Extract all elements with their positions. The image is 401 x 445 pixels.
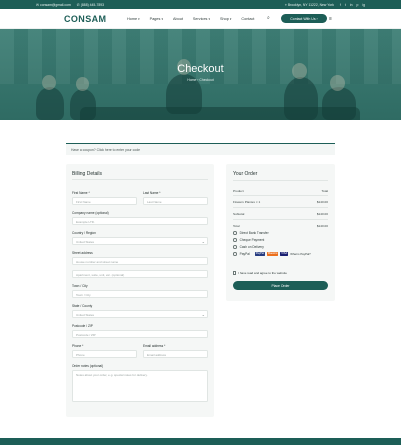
email-input[interactable]: Email address: [143, 350, 208, 358]
coupon-notice[interactable]: Have a coupon? Click here to enter your …: [66, 143, 335, 155]
order-title: Your Order: [233, 171, 258, 177]
first-name-label: First Name *: [72, 191, 90, 195]
order-header-row: Product Total: [233, 189, 328, 193]
chevron-down-icon: ▾: [229, 16, 232, 21]
contact-button[interactable]: Contact With Us ›: [281, 14, 327, 23]
order-item-row: Flowers Plantex × 1 $140.00: [233, 200, 328, 204]
top-bar: ✉consam@gmail.com ✆(888) 445-7893 ⌖Brook…: [0, 0, 401, 9]
terms-checkbox-row[interactable]: I have read and agree to the website: [233, 271, 287, 275]
divider: [233, 207, 328, 208]
visa-logo-icon: VISA: [280, 252, 289, 256]
radio-button[interactable]: [233, 231, 237, 235]
address-contact: ⌖Brooklyn, NY 11222, New York: [284, 2, 334, 7]
last-name-input[interactable]: Last Name: [143, 197, 208, 205]
order-subtotal-row: Subtotal $140.00: [233, 212, 328, 216]
email-contact[interactable]: ✉consam@gmail.com: [36, 3, 71, 7]
chevron-down-icon: ▾: [208, 16, 210, 21]
divider: [233, 180, 328, 181]
divider: [233, 195, 328, 196]
page-title: Checkout: [177, 63, 224, 75]
phone-contact[interactable]: ✆(888) 445-7893: [77, 3, 104, 7]
twitter-icon[interactable]: t: [345, 3, 346, 7]
breadcrumb: Home › Checkout: [0, 78, 401, 82]
nav-shop[interactable]: Shop▾: [220, 17, 231, 21]
company-label: Company name (optional): [72, 211, 109, 215]
hero-table: [80, 107, 360, 120]
billing-details-panel: Billing Details First Name * First Name …: [66, 164, 214, 417]
town-label: Town / City: [72, 284, 88, 288]
last-name-label: Last Name *: [143, 191, 161, 195]
phone-icon: ✆: [76, 2, 80, 7]
state-label: State / County: [72, 304, 93, 308]
paypal-logo-icon: PayPal: [254, 252, 265, 256]
footer-bar: [0, 438, 401, 445]
phone-label: Phone *: [72, 344, 84, 348]
radio-button[interactable]: [233, 245, 237, 249]
breadcrumb-current: Checkout: [199, 78, 214, 82]
town-input[interactable]: Town / City: [72, 290, 208, 298]
country-select[interactable]: United States: [72, 237, 208, 245]
chevron-down-icon: ▾: [161, 16, 163, 21]
location-icon: ⌖: [284, 2, 287, 7]
postcode-label: Postcode / ZIP: [72, 324, 93, 328]
payment-card-logos: PayPal Maestro VISA What is PayPal?: [254, 252, 311, 256]
nav-contact[interactable]: Contact: [241, 17, 254, 21]
divider: [233, 219, 328, 220]
order-total-row: Total $140.00: [233, 224, 328, 228]
email-label: Email address *: [143, 344, 166, 348]
what-is-paypal-link[interactable]: What is PayPal?: [290, 252, 311, 256]
payment-cash-on-delivery[interactable]: Cash on Delivery: [233, 245, 264, 249]
facebook-icon[interactable]: f: [340, 3, 341, 7]
payment-paypal[interactable]: PayPal PayPal Maestro VISA What is PayPa…: [233, 252, 311, 256]
company-input[interactable]: Example LTD.: [72, 217, 208, 225]
place-order-button[interactable]: Place Order: [233, 281, 328, 290]
street2-input[interactable]: Apartment, suite, unit, etc. (optional): [72, 270, 208, 278]
site-logo[interactable]: CONSAM: [64, 14, 106, 24]
phone-input[interactable]: Phone: [72, 350, 137, 358]
radio-button[interactable]: [233, 252, 237, 256]
instagram-icon[interactable]: ig: [362, 3, 365, 7]
order-notes-textarea[interactable]: Notes about your order, e.g. special not…: [72, 370, 208, 402]
billing-title: Billing Details: [72, 171, 103, 177]
postcode-input[interactable]: Postcode / ZIP: [72, 330, 208, 338]
menu-icon[interactable]: ≡: [329, 16, 334, 22]
main-nav: Home▾ Pages▾ About Services▾ Shop▾ Conta…: [127, 17, 254, 21]
breadcrumb-home[interactable]: Home: [187, 78, 196, 82]
nav-home[interactable]: Home▾: [127, 17, 140, 21]
site-header: CONSAM Home▾ Pages▾ About Services▾ Shop…: [0, 9, 401, 29]
order-notes-label: Order notes (optional): [72, 364, 104, 368]
country-label: Country / Region: [72, 231, 96, 235]
pinterest-icon[interactable]: p: [356, 3, 358, 7]
page-hero: Checkout Home › Checkout: [0, 29, 401, 120]
mail-icon: ✉: [36, 2, 40, 7]
hero-figure: [36, 87, 64, 120]
your-order-panel: Your Order Product Total Flowers Plantex …: [226, 164, 335, 301]
nav-pages[interactable]: Pages▾: [150, 17, 163, 21]
street-input[interactable]: House number and street name: [72, 257, 208, 265]
social-links: f t in p ig: [340, 3, 365, 7]
linkedin-icon[interactable]: in: [350, 3, 353, 7]
maestro-logo-icon: Maestro: [266, 252, 279, 256]
payment-bank-transfer[interactable]: Direct Bank Transfer: [233, 231, 269, 235]
first-name-input[interactable]: First Name: [72, 197, 137, 205]
street-label: Street address: [72, 251, 93, 255]
chevron-down-icon: ▾: [138, 16, 140, 21]
nav-about[interactable]: About: [173, 17, 183, 21]
divider: [72, 179, 208, 180]
state-select[interactable]: United States: [72, 310, 208, 318]
radio-button[interactable]: [233, 238, 237, 242]
payment-cheque[interactable]: Cheque Payment: [233, 238, 264, 242]
terms-checkbox[interactable]: [233, 271, 237, 275]
search-icon[interactable]: ⌕: [267, 15, 275, 23]
nav-services[interactable]: Services▾: [193, 17, 210, 21]
